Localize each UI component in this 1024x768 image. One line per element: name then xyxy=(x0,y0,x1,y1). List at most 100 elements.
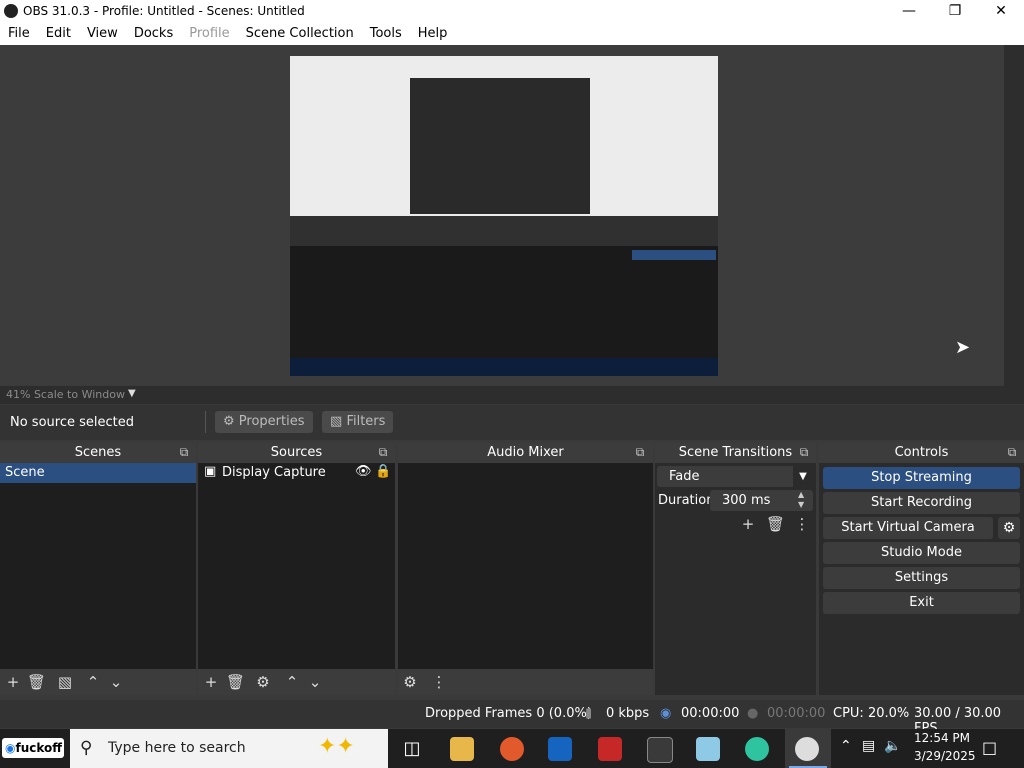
filters-icon[interactable]: ▧ xyxy=(56,673,74,691)
add-icon[interactable]: + xyxy=(4,673,22,691)
app-icon[interactable] xyxy=(696,737,720,761)
network-icon[interactable]: ▤ xyxy=(862,738,875,754)
app-icon[interactable] xyxy=(598,737,622,761)
clock-time[interactable]: 12:54 PM xyxy=(914,731,970,745)
menu-bar: File Edit View Docks Profile Scene Colle… xyxy=(0,23,1024,45)
edge-icon[interactable] xyxy=(745,737,769,761)
menu-view[interactable]: View xyxy=(79,23,126,45)
clock-date[interactable]: 3/29/2025 xyxy=(914,749,976,763)
more-options-icon[interactable]: ⋮ xyxy=(793,515,811,533)
scenes-footer: + 🗑 ▧ ⌃ ⌄ xyxy=(0,669,196,695)
recording-icon: ● xyxy=(747,706,759,721)
minimize-button[interactable]: — xyxy=(886,0,932,23)
toolbar-divider xyxy=(205,411,206,433)
move-down-icon[interactable]: ⌄ xyxy=(306,673,324,691)
menu-tools[interactable]: Tools xyxy=(362,23,410,45)
search-placeholder: Type here to search xyxy=(108,740,246,756)
duration-label: Duration xyxy=(658,493,715,508)
kbps-value: 0 kbps xyxy=(606,706,650,721)
menu-help[interactable]: Help xyxy=(410,23,456,45)
menu-docks[interactable]: Docks xyxy=(126,23,181,45)
start-button[interactable]: ◉fuckoff xyxy=(2,738,64,758)
transition-select[interactable]: Fade ▼ xyxy=(657,466,813,487)
window-title: OBS 31.0.3 - Profile: Untitled - Scenes:… xyxy=(23,4,305,18)
gear-icon[interactable]: ⚙ xyxy=(998,517,1020,539)
chevron-down-icon[interactable]: ▼ xyxy=(793,466,813,487)
stream-time: 00:00:00 xyxy=(681,706,740,721)
source-item[interactable]: ▣ Display Capture 👁 🔒 xyxy=(198,463,395,483)
trash-icon[interactable]: 🗑 xyxy=(226,673,245,691)
add-icon[interactable]: + xyxy=(202,673,220,691)
spin-down-icon[interactable]: ▼ xyxy=(798,500,804,509)
sources-dock: Sources ⧉ ▣ Display Capture 👁 🔒 + 🗑 ⚙ ⌃ … xyxy=(198,443,395,695)
move-down-icon[interactable]: ⌄ xyxy=(107,673,125,691)
start-recording-button[interactable]: Start Recording xyxy=(823,492,1020,514)
add-icon[interactable]: + xyxy=(739,515,757,533)
close-button[interactable]: ✕ xyxy=(978,0,1024,23)
controls-title: Controls xyxy=(894,445,949,460)
scenes-header: Scenes xyxy=(0,443,196,463)
outlook-icon[interactable] xyxy=(548,737,572,761)
dropped-frames: Dropped Frames 0 (0.0%) xyxy=(425,706,592,721)
settings-button[interactable]: Settings xyxy=(823,567,1020,589)
menu-file[interactable]: File xyxy=(0,23,38,45)
sources-header: Sources xyxy=(198,443,395,463)
properties-label: Properties xyxy=(238,414,305,429)
duration-spinbox[interactable]: 300 ms ▲ ▼ xyxy=(710,490,813,511)
scene-item-label: Scene xyxy=(5,465,45,480)
advanced-audio-icon[interactable]: ⚙ xyxy=(401,673,419,691)
menu-profile[interactable]: Profile xyxy=(181,23,237,45)
scale-dropdown-icon[interactable]: ▼ xyxy=(128,388,136,399)
studio-mode-button[interactable]: Studio Mode xyxy=(823,542,1020,564)
firefox-icon[interactable] xyxy=(500,737,524,761)
notifications-icon[interactable]: □ xyxy=(982,738,997,757)
transition-selected: Fade xyxy=(669,469,700,484)
menu-edit[interactable]: Edit xyxy=(38,23,79,45)
title-bar: OBS 31.0.3 - Profile: Untitled - Scenes:… xyxy=(0,0,1024,23)
filters-button[interactable]: ▧ Filters xyxy=(322,411,394,433)
start-virtual-camera-button[interactable]: Start Virtual Camera xyxy=(823,517,993,539)
scenes-list: Scene xyxy=(0,463,196,669)
menu-scene-collection[interactable]: Scene Collection xyxy=(238,23,362,45)
scenes-title: Scenes xyxy=(74,445,122,460)
terminal-icon[interactable] xyxy=(647,737,673,763)
cpu-usage: CPU: 20.0% xyxy=(833,706,910,721)
properties-button[interactable]: ⚙ Properties xyxy=(215,411,313,433)
restore-button[interactable]: ❐ xyxy=(932,0,978,23)
preview-canvas[interactable] xyxy=(290,56,718,376)
task-view-icon[interactable]: ◫ xyxy=(400,737,424,761)
file-explorer-icon[interactable] xyxy=(450,737,474,761)
volume-muted-icon[interactable]: 🔈 xyxy=(884,738,901,754)
taskbar-search[interactable]: ⚲ Type here to search ✦✦ xyxy=(70,729,388,768)
obs-icon xyxy=(795,737,819,761)
mouse-cursor-icon: ➤ xyxy=(955,337,971,358)
move-up-icon[interactable]: ⌃ xyxy=(283,673,301,691)
spin-up-icon[interactable]: ▲ xyxy=(798,490,804,499)
obs-taskbar-button[interactable] xyxy=(785,729,831,768)
more-options-icon[interactable]: ⋮ xyxy=(430,673,448,691)
preview-scrollbar[interactable] xyxy=(1004,45,1024,404)
chevron-up-icon[interactable]: ⌃ xyxy=(840,738,852,754)
undock-icon[interactable]: ⧉ xyxy=(796,445,812,459)
stop-streaming-button[interactable]: Stop Streaming xyxy=(823,467,1020,489)
undock-icon[interactable]: ⧉ xyxy=(632,445,648,459)
windows-logo-icon: ◉ xyxy=(5,741,16,755)
scale-label: 41% Scale to Window xyxy=(6,388,125,401)
trash-icon[interactable]: 🗑 xyxy=(766,515,785,533)
bitrate-icon: ▮ xyxy=(585,706,593,721)
lock-icon[interactable]: 🔒 xyxy=(375,464,391,479)
search-highlight-icon: ✦✦ xyxy=(318,734,355,759)
trash-icon[interactable]: 🗑 xyxy=(27,673,46,691)
scene-item[interactable]: Scene xyxy=(0,463,196,483)
gear-icon[interactable]: ⚙ xyxy=(254,673,272,691)
undock-icon[interactable]: ⧉ xyxy=(176,445,192,459)
transitions-header: Scene Transitions xyxy=(655,443,816,463)
eye-icon[interactable]: 👁 xyxy=(355,464,372,479)
move-up-icon[interactable]: ⌃ xyxy=(84,673,102,691)
gear-icon: ⚙ xyxy=(223,414,235,429)
start-badge-label: fuckoff xyxy=(15,741,62,755)
undock-icon[interactable]: ⧉ xyxy=(375,445,391,459)
undock-icon[interactable]: ⧉ xyxy=(1004,445,1020,459)
exit-button[interactable]: Exit xyxy=(823,592,1020,614)
audio-mixer-footer: ⚙ ⋮ xyxy=(398,669,653,695)
